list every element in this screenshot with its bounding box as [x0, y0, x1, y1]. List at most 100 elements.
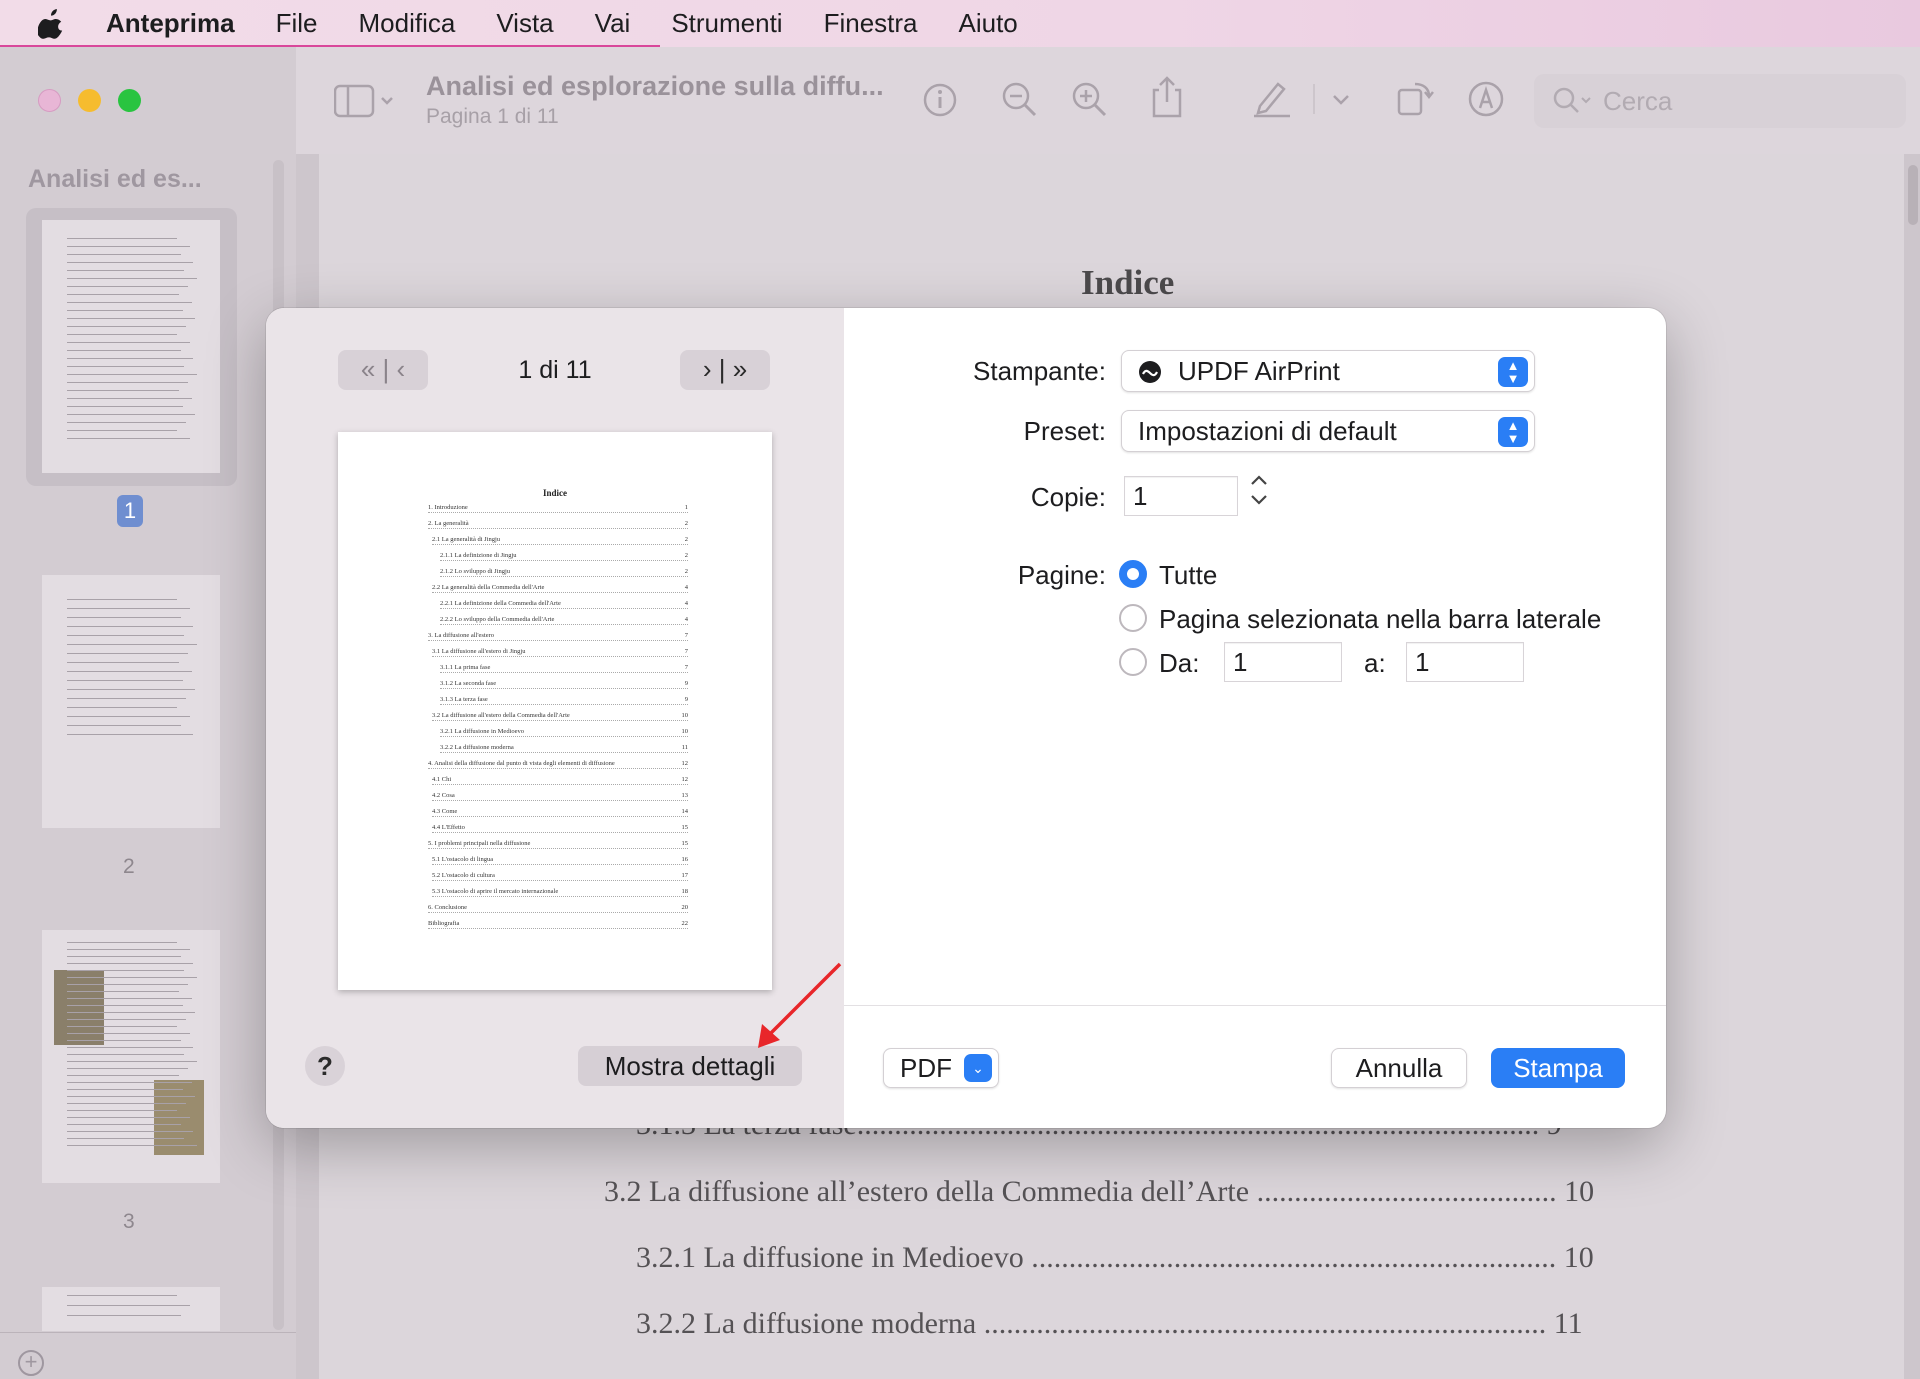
preview-toc-row: 2.1.2 Lo sviluppo di Jingju 2	[440, 568, 688, 577]
pages-range-radio[interactable]	[1119, 648, 1147, 676]
window-minimize-button[interactable]	[78, 89, 101, 112]
preview-toc-row: Bibliografia 22	[428, 920, 688, 929]
preview-toc-page: 11	[681, 744, 688, 751]
sidebar-thumbnail-page-2[interactable]	[42, 575, 220, 828]
preview-toc-text: 2. La generalità	[428, 520, 469, 527]
thumbnail-text-line	[66, 626, 194, 627]
thumbnail-text-line	[66, 1117, 190, 1118]
print-button[interactable]: Stampa	[1491, 1048, 1625, 1088]
document-scrollbar[interactable]	[1908, 165, 1918, 225]
menu-vista[interactable]: Vista	[496, 8, 553, 39]
pages-to-input[interactable]: 1	[1406, 642, 1524, 682]
thumbnail-text-line	[66, 1054, 185, 1055]
thumbnail-text-line	[66, 246, 190, 247]
preview-toc-text: 3.2.1 La diffusione in Medioevo	[440, 728, 525, 735]
menu-app-name[interactable]: Anteprima	[106, 8, 235, 39]
help-button[interactable]: ?	[305, 1046, 345, 1086]
rotate-icon[interactable]	[1395, 78, 1435, 118]
thumbnail-text-line	[66, 644, 197, 645]
add-page-icon[interactable]: +	[18, 1350, 44, 1376]
thumbnail-text-line	[66, 302, 192, 303]
thumbnail-text-line	[66, 963, 194, 964]
sidebar-toggle-icon[interactable]	[334, 84, 394, 118]
preview-toc-row: 1. Introduzione 1	[428, 504, 688, 513]
pages-selected-radio[interactable]	[1119, 604, 1147, 632]
thumbnail-text-line	[66, 698, 187, 699]
preset-select[interactable]: Impostazioni di default ▲ ▼	[1121, 410, 1535, 452]
pages-all-label[interactable]: Tutte	[1159, 560, 1217, 591]
pages-selected-label[interactable]: Pagina selezionata nella barra laterale	[1159, 604, 1601, 635]
preview-toc-page: 4	[684, 616, 688, 623]
preview-toc-text: 6. Conclusione	[428, 904, 467, 911]
preview-toc-page: 2	[684, 568, 688, 575]
window-maximize-button[interactable]	[118, 89, 141, 112]
thumbnail-text-line	[66, 977, 197, 978]
thumbnail-text-line	[66, 1305, 190, 1306]
apple-logo-icon[interactable]	[38, 8, 66, 39]
next-last-page-button[interactable]: › | »	[680, 350, 770, 390]
thumbnail-text-line	[66, 734, 194, 735]
share-icon[interactable]	[1150, 76, 1184, 118]
sidebar-title: Analisi ed es...	[28, 165, 202, 193]
menu-vai[interactable]: Vai	[595, 8, 631, 39]
sidebar-thumbnail-page-4[interactable]	[42, 1287, 220, 1331]
pages-to-label: a:	[1364, 648, 1386, 678]
thumbnail-text-line	[66, 286, 188, 287]
info-icon[interactable]	[922, 82, 958, 118]
stepper-down-icon[interactable]	[1249, 492, 1269, 508]
menu-finestra[interactable]: Finestra	[824, 8, 918, 39]
pages-from-input[interactable]: 1	[1224, 642, 1342, 682]
annotate-icon[interactable]	[1467, 80, 1505, 118]
thumbnail-text-line	[66, 422, 187, 423]
preview-toc-row: 2.2 La generalità della Commedia dell'Ar…	[432, 584, 688, 593]
show-details-button[interactable]: Mostra dettagli	[578, 1046, 802, 1086]
preview-toc-row: 3.2.2 La diffusione moderna 11	[440, 744, 688, 753]
printer-select[interactable]: UPDF AirPrint ▲ ▼	[1121, 350, 1535, 392]
preview-toc-page: 7	[684, 648, 688, 655]
chevron-down-icon[interactable]	[1332, 94, 1350, 106]
preview-toc-page: 17	[681, 872, 689, 879]
sidebar-thumbnail-page-3[interactable]	[42, 930, 220, 1183]
menu-aiuto[interactable]: Aiuto	[959, 8, 1018, 39]
thumbnail-text-line	[66, 1295, 178, 1296]
preset-value: Impostazioni di default	[1138, 416, 1397, 446]
zoom-in-icon[interactable]	[1070, 80, 1108, 118]
thumbnail-text-line	[66, 1075, 180, 1076]
thumbnail-text-line	[66, 294, 180, 295]
pdf-menu-button[interactable]: PDF ⌄	[883, 1048, 999, 1088]
thumbnail-text-line	[66, 350, 181, 351]
preset-label: Preset:	[1023, 416, 1106, 446]
zoom-out-icon[interactable]	[1000, 80, 1038, 118]
pages-all-radio[interactable]	[1119, 560, 1147, 588]
thumbnail-text-line	[66, 998, 192, 999]
menu-file[interactable]: File	[276, 8, 318, 39]
thumbnail-text-line	[66, 653, 188, 654]
preview-toc-text: 4.2 Cosa	[432, 792, 455, 799]
thumbnail-text-line	[66, 689, 196, 690]
preview-toc-row: 2.1.1 La definizione di Jingju 2	[440, 552, 688, 561]
preview-toc-row: 3.1 La diffusione all'estero di Jingju 7	[432, 648, 688, 657]
preview-toc-row: 2.2.2 Lo sviluppo della Commedia dell'Ar…	[440, 616, 688, 625]
preview-toc-row: 6. Conclusione 20	[428, 904, 688, 913]
thumbnail-text-line	[66, 326, 187, 327]
markup-pen-icon[interactable]	[1252, 78, 1292, 118]
thumbnail-text-line	[66, 1124, 181, 1125]
copies-input[interactable]: 1	[1124, 476, 1238, 516]
preview-toc-page: 2	[684, 552, 688, 559]
preview-toc-page: 7	[684, 664, 688, 671]
cancel-button[interactable]: Annulla	[1331, 1048, 1467, 1088]
window-close-button[interactable]	[38, 89, 61, 112]
menu-strumenti[interactable]: Strumenti	[671, 8, 782, 39]
menu-modifica[interactable]: Modifica	[358, 8, 455, 39]
preview-toc-page: 2	[684, 520, 688, 527]
stepper-up-icon[interactable]	[1249, 472, 1269, 488]
thumbnail-text-line	[66, 608, 190, 609]
thumbnail-text-line	[66, 262, 194, 263]
preview-toc-row: 3.2.1 La diffusione in Medioevo 10	[440, 728, 688, 737]
sidebar-thumbnail-page-1[interactable]	[42, 220, 220, 473]
thumbnail-text-line	[66, 1145, 197, 1146]
copies-stepper[interactable]	[1245, 472, 1273, 512]
preview-toc-page: 16	[681, 856, 689, 863]
search-placeholder: Cerca	[1603, 86, 1673, 116]
thumbnail-text-line	[66, 278, 197, 279]
